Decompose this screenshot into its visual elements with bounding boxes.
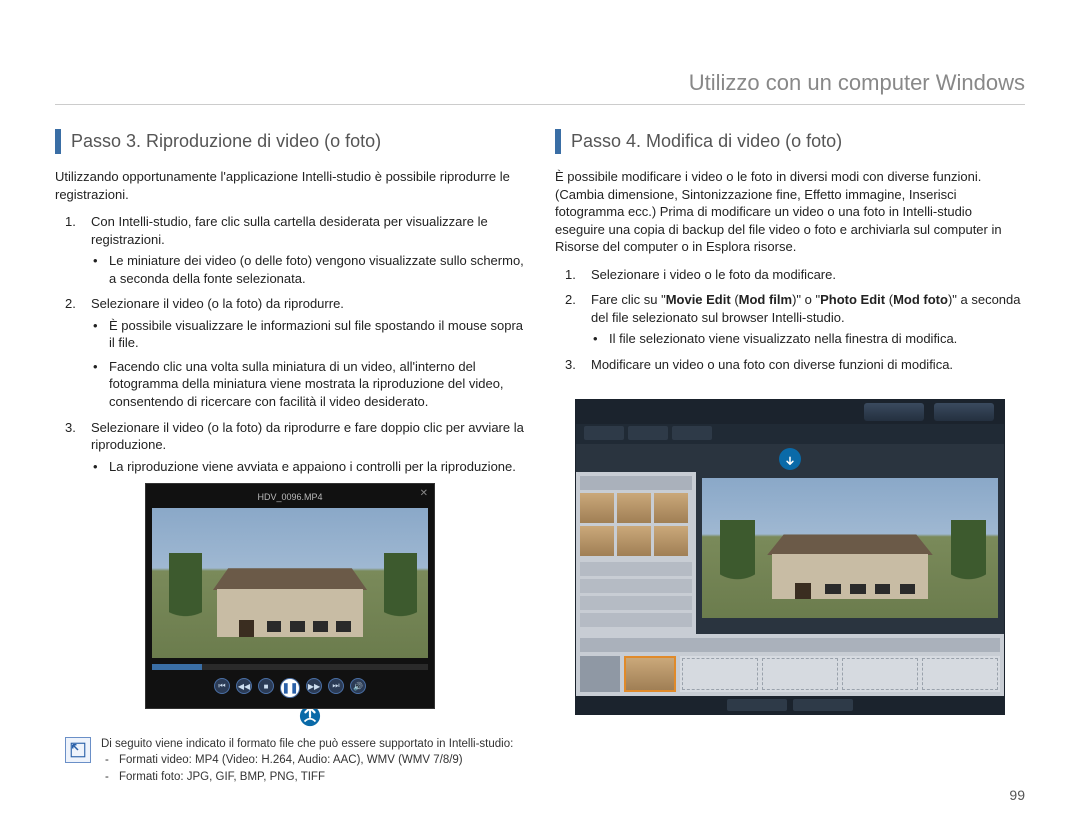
- player-filename: HDV_0096.MP4: [257, 492, 322, 502]
- editor-timeline: [576, 634, 1004, 696]
- note-lead-text: Di seguito viene indicato il formato fil…: [101, 737, 513, 753]
- step3-item-3-text: Selezionare il video (o la foto) da ripr…: [91, 420, 524, 453]
- step3-heading: Passo 3. Riproduzione di video (o foto): [55, 129, 525, 154]
- step4-heading: Passo 4. Modifica di video (o foto): [555, 129, 1025, 154]
- prev-track-icon: ⏮: [214, 678, 230, 694]
- editor-bottombar: [576, 696, 1004, 714]
- progress-bar: [152, 664, 428, 670]
- player-controls: ⏮ ◀◀ ■ ❚❚ ▶▶ ⏭ 🔊: [152, 678, 428, 698]
- right-column: Passo 4. Modifica di video (o foto) È po…: [555, 129, 1025, 788]
- editor-top-button: [934, 403, 994, 421]
- timeline-clip: [624, 656, 676, 692]
- note-format-video: Formati video: MP4 (Video: H.264, Audio:…: [101, 753, 513, 769]
- stop-icon: ■: [258, 678, 274, 694]
- callout-arrow-icon: [779, 448, 801, 470]
- rewind-icon: ◀◀: [236, 678, 252, 694]
- volume-icon: 🔊: [350, 678, 366, 694]
- forward-icon: ▶▶: [306, 678, 322, 694]
- editor-titlebar: [576, 400, 1004, 424]
- page-number: 99: [1009, 787, 1025, 803]
- editor-top-button: [864, 403, 924, 421]
- pause-icon: ❚❚: [280, 678, 300, 698]
- step4-item-2-text: Fare clic su "Movie Edit (Mod film)" o "…: [591, 292, 1021, 325]
- video-frame: [152, 508, 428, 658]
- note-icon: [65, 737, 91, 763]
- step4-item-2-bullet-1: Il file selezionato viene visualizzato n…: [591, 330, 1025, 348]
- video-player-screenshot: HDV_0096.MP4 ✕ ⏮ ◀◀ ■ ❚❚ ▶▶: [145, 483, 435, 709]
- page-header: Utilizzo con un computer Windows: [55, 70, 1025, 105]
- step4-item-3: Modificare un video o una foto con diver…: [555, 356, 1025, 374]
- next-track-icon: ⏭: [328, 678, 344, 694]
- step3-item-1: Con Intelli-studio, fare clic sulla cart…: [55, 213, 525, 287]
- close-icon: ✕: [420, 488, 428, 499]
- step4-item-1: Selezionare i video o le foto da modific…: [555, 266, 1025, 284]
- step3-item-3: Selezionare il video (o la foto) da ripr…: [55, 419, 525, 476]
- step4-item-2: Fare clic su "Movie Edit (Mod film)" o "…: [555, 291, 1025, 348]
- step3-item-2-bullet-1: È possibile visualizzare le informazioni…: [91, 317, 525, 352]
- editor-sidebar: [576, 472, 696, 634]
- editor-tabs: [576, 424, 1004, 444]
- step3-item-2: Selezionare il video (o la foto) da ripr…: [55, 295, 525, 410]
- step4-intro: È possibile modificare i video o le foto…: [555, 168, 1025, 256]
- step3-item-1-bullet-1: Le miniature dei video (o delle foto) ve…: [91, 252, 525, 287]
- editor-screenshot: [575, 399, 1005, 715]
- editor-preview: [696, 472, 1004, 634]
- step3-item-1-text: Con Intelli-studio, fare clic sulla cart…: [91, 214, 488, 247]
- step3-item-2-bullet-2: Facendo clic una volta sulla miniatura d…: [91, 358, 525, 411]
- step3-intro: Utilizzando opportunamente l'applicazion…: [55, 168, 525, 203]
- step3-item-2-text: Selezionare il video (o la foto) da ripr…: [91, 296, 344, 311]
- note-format-photo: Formati foto: JPG, GIF, BMP, PNG, TIFF: [101, 770, 513, 786]
- left-column: Passo 3. Riproduzione di video (o foto) …: [55, 129, 525, 788]
- step3-item-3-bullet-1: La riproduzione viene avviata e appaiono…: [91, 458, 525, 476]
